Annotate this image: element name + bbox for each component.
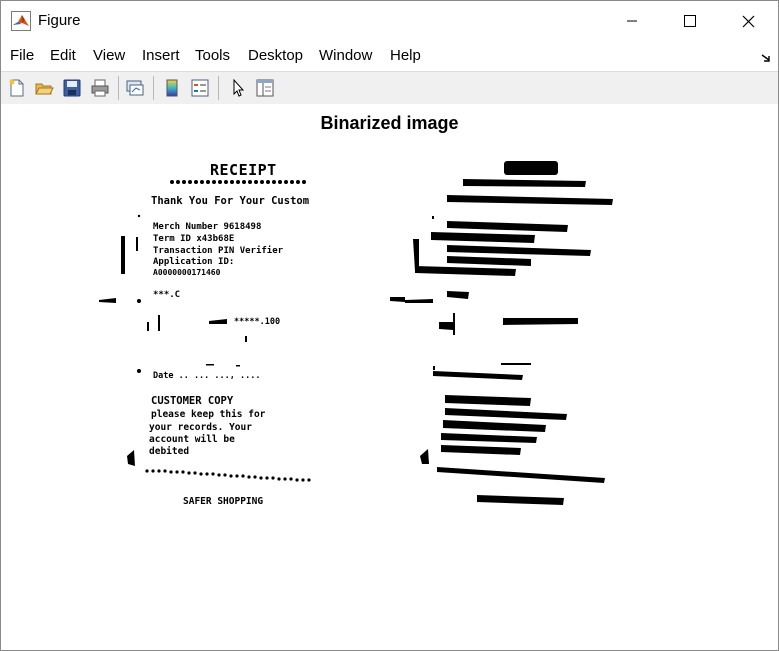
menu-window[interactable]: Window [319,47,372,64]
receipt-star-row [145,469,311,482]
toolbar-separator [218,76,219,100]
matlab-logo-icon [11,11,31,31]
minimize-button[interactable] [603,1,661,41]
binarized-image-pair: RECEIPT Thank You For Your Custom Merch … [99,161,613,507]
receipt-line: CUSTOMER COPY [151,395,234,407]
toolbar-separator [153,76,154,100]
receipt-star-row [170,180,306,184]
menu-help[interactable]: Help [390,47,421,64]
figure-toolbar [1,71,778,105]
edit-plot-pointer-icon[interactable] [227,77,249,99]
menu-view[interactable]: View [93,47,125,64]
link-plot-icon[interactable] [124,77,146,99]
receipt-line: Thank You For Your Custom [151,195,309,207]
close-button[interactable] [719,1,777,41]
receipt-line: please keep this for [151,409,266,420]
receipt-line: debited [149,446,189,457]
figure-window: Figure File Edit View Insert Tools Deskt… [0,0,779,651]
receipt-line: SAFER SHOPPING [183,496,263,507]
receipt-line: account will be [149,434,235,445]
receipt-line: Date .. ... ..., .... [153,371,260,381]
minimize-icon [626,15,638,27]
dock-figure-icon[interactable] [761,50,772,68]
menu-desktop[interactable]: Desktop [248,47,303,64]
maximize-icon [684,15,696,27]
receipt-line: *****.100 [234,317,280,327]
close-icon [742,15,755,28]
menu-bar: File Edit View Insert Tools Desktop Wind… [1,41,778,71]
receipt-heading: RECEIPT [210,161,277,179]
menu-tools[interactable]: Tools [195,47,230,64]
new-figure-icon[interactable] [6,77,28,99]
left-binarized-image: RECEIPT Thank You For Your Custom Merch … [99,161,311,507]
menu-file[interactable]: File [10,47,34,64]
title-bar[interactable]: Figure [1,1,778,41]
save-icon[interactable] [61,77,83,99]
receipt-line: Term ID x43b68E [153,234,234,244]
receipt-line: Application ID: [153,256,234,267]
receipt-line: Transaction PIN Verifier [153,245,284,256]
insert-legend-icon[interactable] [189,77,211,99]
insert-colorbar-icon[interactable] [161,77,183,99]
print-icon[interactable] [89,77,111,99]
menu-edit[interactable]: Edit [50,47,76,64]
receipt-line: your records. Your [149,422,252,433]
open-file-icon[interactable] [33,77,55,99]
receipt-line: ***.C [153,290,180,300]
figure-canvas[interactable]: Binarized image RECEIPT Thank You For Yo… [1,104,778,650]
maximize-button[interactable] [661,1,719,41]
receipt-line: Merch Number 9618498 [153,222,261,232]
menu-insert[interactable]: Insert [142,47,180,64]
property-inspector-icon[interactable] [254,77,276,99]
right-binarized-image [390,161,613,505]
toolbar-separator [118,76,119,100]
window-title: Figure [38,12,81,29]
receipt-line: A0000000171460 [153,268,221,277]
